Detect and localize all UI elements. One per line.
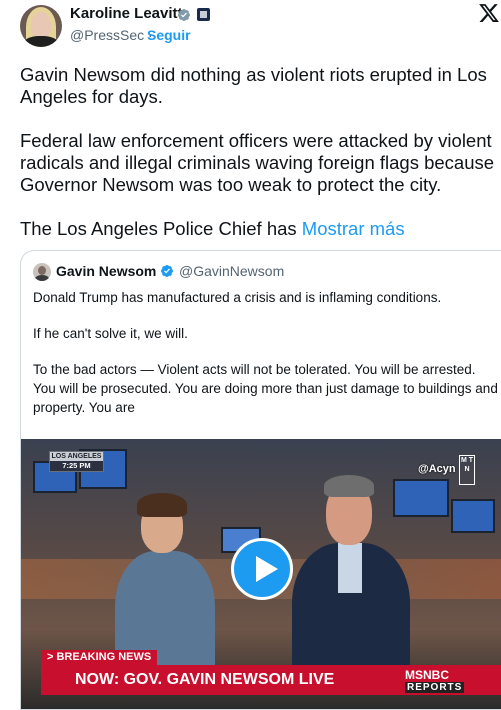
quoted-paragraph: If he can't solve it, we will.: [33, 326, 188, 341]
video-player[interactable]: LOS ANGELES 7:25 PM @Acyn M T N > BREAKI…: [21, 439, 501, 709]
verified-badge-icon: [178, 9, 190, 21]
quoted-tweet-body: Donald Trump has manufactured a crisis a…: [33, 288, 498, 417]
reporter-figure: [107, 479, 217, 691]
tweet-body: Gavin Newsom did nothing as violent riot…: [20, 64, 500, 240]
governor-figure: [286, 459, 416, 693]
quoted-tweet[interactable]: Gavin Newsom @GavinNewsom Donald Trump h…: [20, 250, 501, 710]
tweet-paragraph: Federal law enforcement officers were at…: [20, 130, 495, 195]
location-label: LOS ANGELES: [51, 453, 102, 460]
tweet-paragraph-truncated: The Los Angeles Police Chief has Mostrar…: [20, 218, 405, 239]
video-watermark: @Acyn: [418, 463, 456, 475]
quoted-author-name[interactable]: Gavin Newsom: [56, 263, 156, 279]
author-avatar[interactable]: [20, 5, 62, 47]
quoted-author-avatar[interactable]: [33, 263, 51, 281]
quoted-author-handle[interactable]: @GavinNewsom: [179, 263, 284, 279]
author-handle[interactable]: @PressSec ·: [70, 27, 153, 43]
play-icon[interactable]: [231, 538, 293, 600]
verified-badge-icon: [161, 265, 173, 277]
watermark-logo: M T N: [459, 455, 475, 485]
organization-badge-icon: [197, 8, 210, 21]
breaking-news-label: > BREAKING NEWS: [41, 650, 158, 665]
x-logo-icon[interactable]: [478, 2, 500, 24]
time-label: 7:25 PM: [50, 461, 103, 471]
location-chyron: LOS ANGELES 7:25 PM: [49, 451, 104, 472]
quoted-paragraph: Donald Trump has manufactured a crisis a…: [33, 290, 442, 305]
tweet-paragraph: Gavin Newsom did nothing as violent riot…: [20, 64, 487, 107]
author-name[interactable]: Karoline Leavitt: [70, 5, 183, 22]
network-logo: MSNBC REPORTS: [401, 665, 481, 695]
headline-text: NOW: GOV. GAVIN NEWSOM LIVE: [75, 671, 335, 688]
follow-button[interactable]: Seguir: [147, 27, 191, 43]
studio-screen: [451, 499, 495, 533]
quoted-paragraph: To the bad actors — Violent acts will no…: [33, 362, 498, 415]
show-more-link[interactable]: Mostrar más: [302, 218, 405, 239]
